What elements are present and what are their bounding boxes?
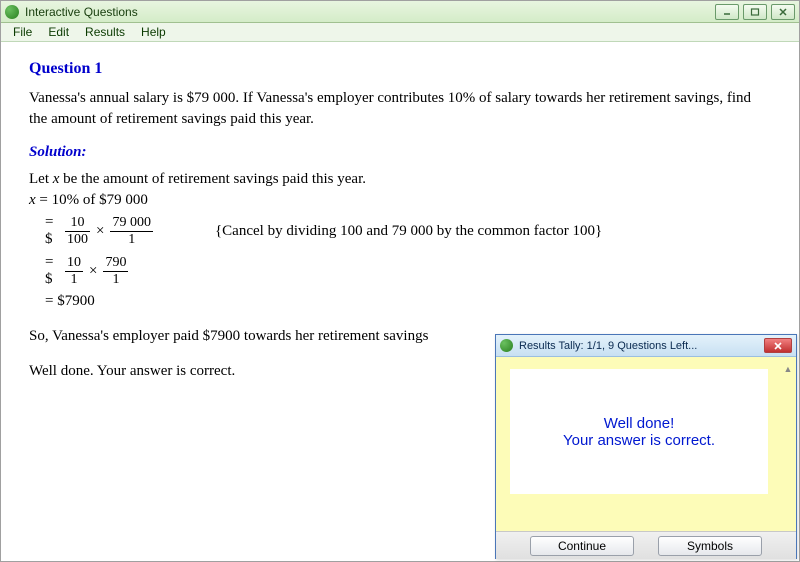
- step2-f1-num: 10: [69, 215, 87, 230]
- continue-button[interactable]: Continue: [530, 536, 634, 556]
- line1-var: x: [29, 192, 36, 208]
- step2-times: ×: [96, 223, 104, 240]
- results-tally-popup: Results Tally: 1/1, 9 Questions Left... …: [495, 334, 797, 559]
- let-rest: be the amount of retirement savings paid…: [59, 171, 366, 187]
- popup-body: Well done! Your answer is correct. ▲: [496, 357, 796, 531]
- solution-step2: = $ 10 100 × 79 000 1 {Cancel by dividin…: [29, 213, 771, 249]
- symbols-button[interactable]: Symbols: [658, 536, 762, 556]
- menu-file[interactable]: File: [5, 23, 40, 41]
- scroll-up-icon: ▲: [782, 363, 794, 375]
- minimize-button[interactable]: [715, 4, 739, 20]
- step2-frac2: 79 000 1: [110, 215, 153, 247]
- let-prefix: Let: [29, 171, 53, 187]
- popup-scrollbar[interactable]: ▲: [782, 363, 794, 375]
- menubar: File Edit Results Help: [1, 23, 799, 42]
- feedback-line1: Well done!: [604, 415, 675, 432]
- step3-prefix: = $: [29, 254, 63, 288]
- solution-title: Solution:: [29, 144, 771, 161]
- step2-prefix: = $: [29, 214, 63, 248]
- step3-f1-den: 1: [69, 272, 80, 287]
- feedback-box: Well done! Your answer is correct.: [510, 369, 768, 494]
- maximize-button[interactable]: [743, 4, 767, 20]
- solution-let-line: Let x be the amount of retirement saving…: [29, 171, 771, 188]
- feedback-line2: Your answer is correct.: [563, 432, 715, 449]
- step3-frac2: 790 1: [103, 255, 128, 287]
- step3-f2-num: 790: [103, 255, 128, 270]
- step2-f1-den: 100: [65, 232, 90, 247]
- popup-app-icon: [500, 339, 513, 352]
- popup-titlebar: Results Tally: 1/1, 9 Questions Left...: [496, 335, 796, 357]
- line1-rest: = 10% of $79 000: [36, 192, 148, 208]
- menu-results[interactable]: Results: [77, 23, 133, 41]
- result-text: = $7900: [45, 293, 95, 309]
- popup-title: Results Tally: 1/1, 9 Questions Left...: [519, 340, 697, 352]
- solution-line1: x = 10% of $79 000: [29, 192, 771, 209]
- step3-times: ×: [89, 263, 97, 280]
- main-window-titlebar: Interactive Questions: [1, 1, 799, 23]
- step2-f2-den: 1: [126, 232, 137, 247]
- app-icon: [5, 5, 19, 19]
- menu-edit[interactable]: Edit: [40, 23, 77, 41]
- menu-help[interactable]: Help: [133, 23, 174, 41]
- close-button[interactable]: [771, 4, 795, 20]
- question-text: Vanessa's annual salary is $79 000. If V…: [29, 88, 771, 130]
- solution-result: = $7900: [29, 293, 771, 310]
- popup-button-row: Continue Symbols: [496, 531, 796, 559]
- question-title: Question 1: [29, 60, 771, 78]
- step3-f2-den: 1: [110, 272, 121, 287]
- step3-frac1: 10 1: [65, 255, 83, 287]
- window-controls: [715, 4, 795, 20]
- step3-f1-num: 10: [65, 255, 83, 270]
- window-title: Interactive Questions: [25, 5, 138, 19]
- step2-annotation: {Cancel by dividing 100 and 79 000 by th…: [215, 223, 602, 240]
- step2-frac1: 10 100: [65, 215, 90, 247]
- popup-close-button[interactable]: [764, 338, 792, 353]
- solution-step3: = $ 10 1 × 790 1: [29, 253, 771, 289]
- step2-f2-num: 79 000: [110, 215, 153, 230]
